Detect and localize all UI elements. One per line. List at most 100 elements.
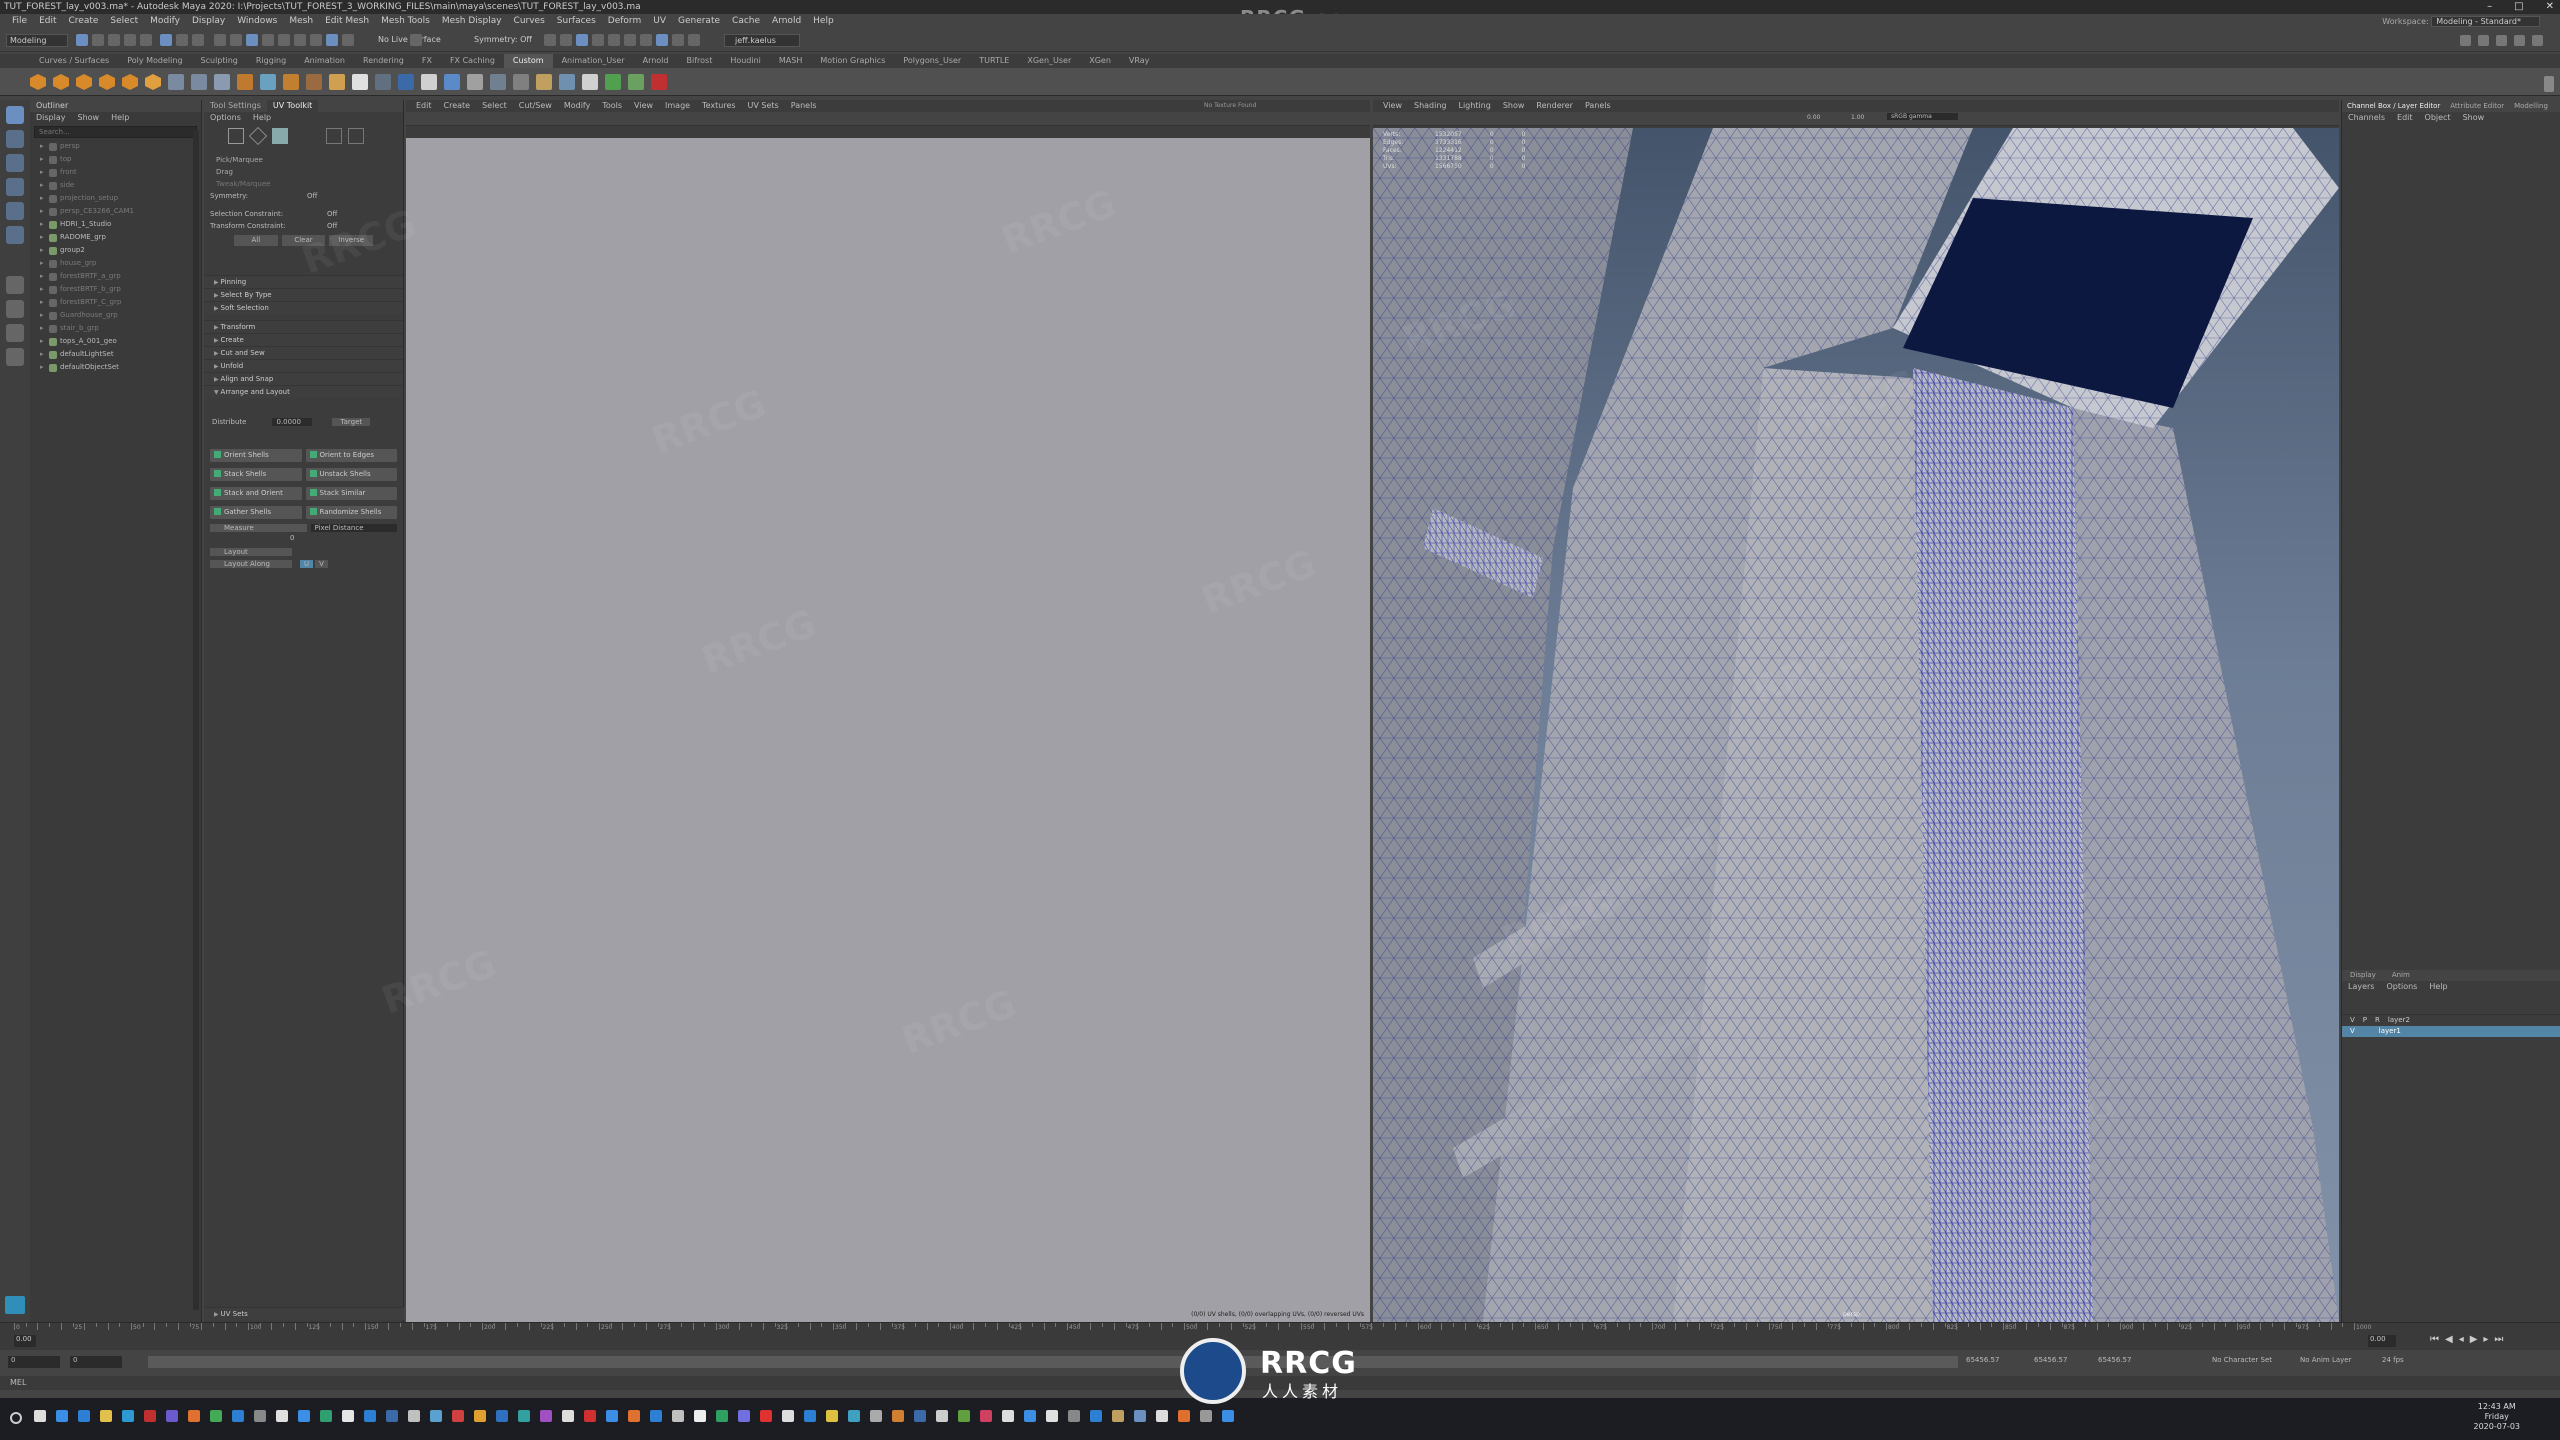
- uv-editor-menu-modify[interactable]: Modify: [558, 100, 597, 112]
- tab-modelling[interactable]: Modelling: [2509, 100, 2553, 112]
- taskbar-app-icon[interactable]: [694, 1410, 706, 1422]
- maximize-button[interactable]: □: [2514, 0, 2523, 14]
- menu-edit-mesh[interactable]: Edit Mesh: [319, 14, 375, 28]
- outliner-menu-help[interactable]: Help: [111, 112, 129, 124]
- expand-arrow-icon[interactable]: ▸: [40, 270, 46, 283]
- orient-to-edges-button[interactable]: Orient to Edges: [305, 449, 397, 462]
- expand-arrow-icon[interactable]: ▸: [40, 296, 46, 309]
- stack-and-orient-button[interactable]: Stack and Orient: [210, 487, 302, 500]
- shelf-tab-poly-modeling[interactable]: Poly Modeling: [118, 54, 191, 68]
- taskbar-app-icon[interactable]: [100, 1410, 112, 1422]
- shelf-tool-icon[interactable]: [168, 74, 184, 90]
- current-frame-field[interactable]: 0.00: [14, 1335, 36, 1347]
- tab-uv-toolkit[interactable]: UV Toolkit: [266, 100, 319, 112]
- menu-edit[interactable]: Edit: [33, 14, 62, 28]
- start-frame-field[interactable]: 0: [8, 1356, 60, 1368]
- shelf-tab-sculpting[interactable]: Sculpting: [192, 54, 247, 68]
- status-tool-icon[interactable]: [76, 34, 88, 46]
- shelf-tab-animation[interactable]: Animation: [295, 54, 354, 68]
- taskbar-app-icon[interactable]: [496, 1410, 508, 1422]
- workspace-selector[interactable]: Workspace: Modeling - Standard*: [2382, 16, 2540, 27]
- fps-dropdown[interactable]: 24 fps: [2382, 1356, 2404, 1364]
- shelf-tool-icon[interactable]: [352, 74, 368, 90]
- anim-layer-dropdown[interactable]: No Anim Layer: [2300, 1356, 2351, 1364]
- taskbar-app-icon[interactable]: [562, 1410, 574, 1422]
- face-mode-icon[interactable]: [272, 128, 288, 144]
- orient-shells-button[interactable]: Orient Shells: [210, 449, 302, 462]
- distribute-value-field[interactable]: 0.0000: [272, 418, 313, 426]
- status-tool-icon[interactable]: [124, 34, 136, 46]
- arrange-layout-section[interactable]: Arrange and Layout: [204, 385, 403, 398]
- start-icon[interactable]: [10, 1412, 22, 1424]
- outliner-item[interactable]: ▸ projection_setup: [30, 192, 201, 205]
- shelf-tool-icon[interactable]: [191, 74, 207, 90]
- shelf-tool-icon[interactable]: [145, 74, 161, 90]
- shelf-tab-bifrost[interactable]: Bifrost: [677, 54, 721, 68]
- taskbar-app-icon[interactable]: [584, 1410, 596, 1422]
- layout-button[interactable]: Layout: [210, 548, 292, 556]
- expand-arrow-icon[interactable]: ▸: [40, 192, 46, 205]
- shelf-tab-rigging[interactable]: Rigging: [247, 54, 295, 68]
- layout-two-icon[interactable]: [6, 324, 24, 342]
- taskbar-app-icon[interactable]: [738, 1410, 750, 1422]
- menu-display[interactable]: Display: [186, 14, 231, 28]
- outliner-item[interactable]: ▸ forestBRTF_C_grp: [30, 296, 201, 309]
- shelf-tool-icon[interactable]: [283, 74, 299, 90]
- layer-playback-toggle[interactable]: P: [2363, 1015, 2367, 1026]
- range-field-b[interactable]: 65456.57: [2034, 1356, 2067, 1364]
- uv-editor-menu-select[interactable]: Select: [476, 100, 513, 112]
- status-tool-icon[interactable]: [262, 34, 274, 46]
- stack-similar-button[interactable]: Stack Similar: [305, 487, 397, 500]
- taskbar-app-icon[interactable]: [1046, 1410, 1058, 1422]
- taskbar-app-icon[interactable]: [122, 1410, 134, 1422]
- status-tool-icon[interactable]: [192, 34, 204, 46]
- shelf-tab-fx-caching[interactable]: FX Caching: [441, 54, 504, 68]
- outliner-item[interactable]: ▸ persp: [30, 140, 201, 153]
- status-tool-icon[interactable]: [176, 34, 188, 46]
- layout-outliner-icon[interactable]: [6, 348, 24, 366]
- section-soft-selection[interactable]: Soft Selection: [204, 301, 403, 314]
- menu-windows[interactable]: Windows: [231, 14, 283, 28]
- channel-menu-object[interactable]: Object: [2425, 112, 2451, 124]
- uv-editor-menu-tools[interactable]: Tools: [596, 100, 628, 112]
- status-tool-icon[interactable]: [246, 34, 258, 46]
- randomize-shells-button[interactable]: Randomize Shells: [305, 506, 397, 519]
- shelf-tab-polygons-user[interactable]: Polygons_User: [894, 54, 970, 68]
- status-tool-icon[interactable]: [544, 34, 556, 46]
- status-tool-icon[interactable]: [688, 34, 700, 46]
- taskbar-app-icon[interactable]: [1134, 1410, 1146, 1422]
- taskbar-app-icon[interactable]: [298, 1410, 310, 1422]
- menu-uv[interactable]: UV: [647, 14, 672, 28]
- taskbar-app-icon[interactable]: [474, 1410, 486, 1422]
- gamma-field[interactable]: 1.00: [1851, 114, 1864, 121]
- uv-toolkit-menu-options[interactable]: Options: [210, 112, 241, 124]
- status-tool-icon[interactable]: [592, 34, 604, 46]
- current-time-field[interactable]: 0.00: [2368, 1335, 2396, 1347]
- system-clock[interactable]: 12:43 AM Friday 2020-07-03: [2474, 1402, 2521, 1432]
- status-tool-icon[interactable]: [294, 34, 306, 46]
- shelf-tool-icon[interactable]: [260, 74, 276, 90]
- outliner-item[interactable]: ▸ defaultLightSet: [30, 348, 201, 361]
- texture-dropdown[interactable]: No Texture Found: [1204, 102, 1256, 109]
- drag-option[interactable]: Drag: [204, 166, 403, 178]
- viewport-menu-view[interactable]: View: [1377, 100, 1408, 112]
- expand-arrow-icon[interactable]: ▸: [40, 361, 46, 374]
- move-tool-icon[interactable]: [6, 178, 24, 196]
- taskbar-app-icon[interactable]: [188, 1410, 200, 1422]
- status-tool-icon[interactable]: [310, 34, 322, 46]
- outliner-item[interactable]: ▸ forestBRTF_a_grp: [30, 270, 201, 283]
- paint-select-icon[interactable]: [6, 154, 24, 172]
- end-frame-field[interactable]: 0: [70, 1356, 122, 1368]
- taskbar-app-icon[interactable]: [1024, 1410, 1036, 1422]
- taskbar-app-icon[interactable]: [386, 1410, 398, 1422]
- panel-toggle-icon[interactable]: [2514, 35, 2525, 46]
- taskbar-app-icon[interactable]: [672, 1410, 684, 1422]
- outliner-search-input[interactable]: Search...: [34, 126, 197, 138]
- playback-controls[interactable]: ⏮◀◂▶▸⏭: [2430, 1334, 2509, 1345]
- shelf-tab-houdini[interactable]: Houdini: [721, 54, 770, 68]
- tweak-marquee-option[interactable]: Tweak/Marquee: [204, 178, 403, 190]
- expand-arrow-icon[interactable]: ▸: [40, 283, 46, 296]
- range-field-c[interactable]: 65456.57: [2098, 1356, 2131, 1364]
- rotate-tool-icon[interactable]: [6, 202, 24, 220]
- status-tool-icon[interactable]: [410, 34, 422, 46]
